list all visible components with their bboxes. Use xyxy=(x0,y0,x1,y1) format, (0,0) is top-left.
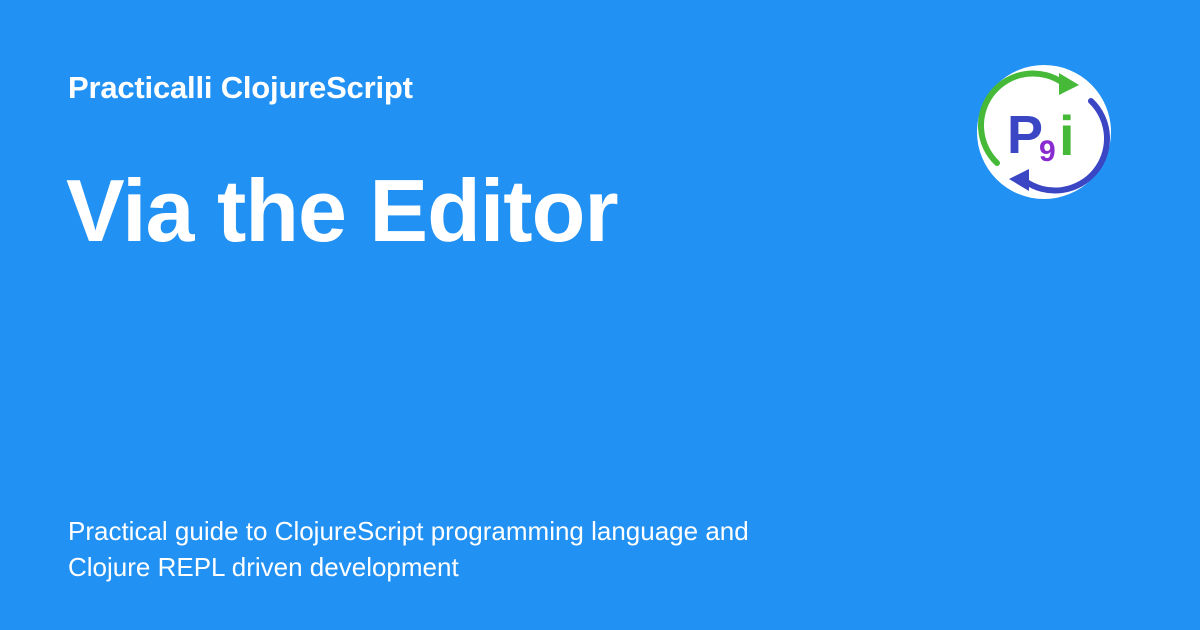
social-card: Practicalli ClojureScript Via the Editor… xyxy=(0,0,1200,630)
logo-letter-i: i xyxy=(1059,104,1075,167)
site-name: Practicalli ClojureScript xyxy=(68,70,413,105)
logo-letter-9: 9 xyxy=(1039,135,1056,168)
site-description: Practical guide to ClojureScript program… xyxy=(68,513,868,585)
logo-letter-p: P xyxy=(1007,105,1043,165)
page-title: Via the Editor xyxy=(66,161,619,260)
description-line-1: Practical guide to ClojureScript program… xyxy=(68,516,749,546)
description-line-2: Clojure REPL driven development xyxy=(68,552,459,582)
practicalli-logo-icon: P 9 i xyxy=(975,63,1113,201)
